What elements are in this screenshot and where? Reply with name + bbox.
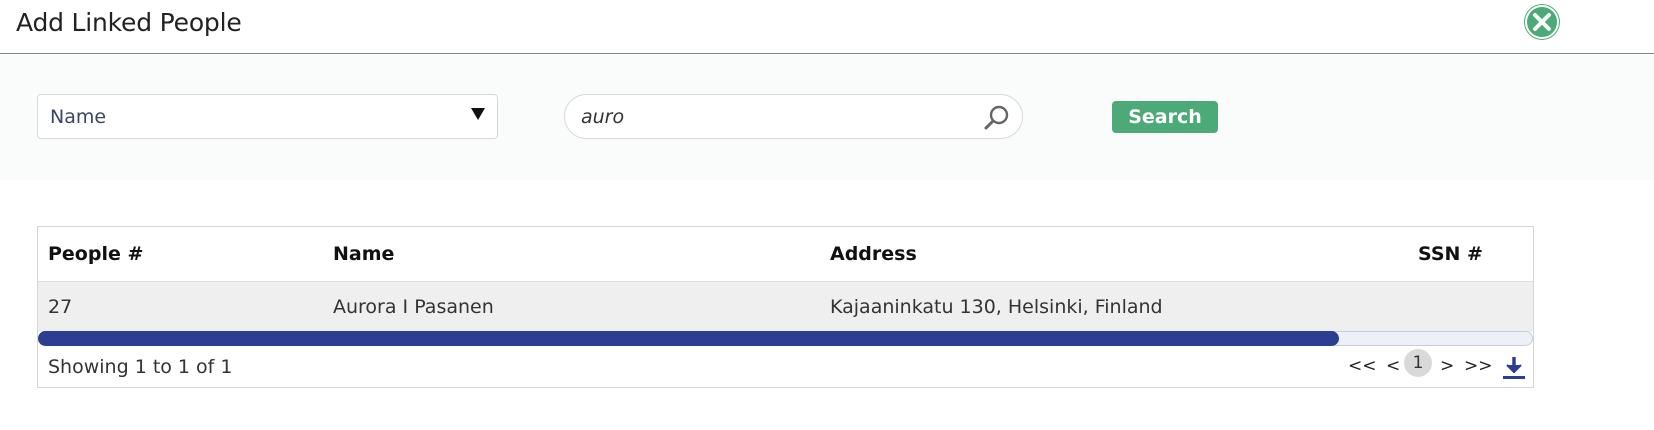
dialog-title: Add Linked People xyxy=(16,8,242,37)
column-header-people-no[interactable]: People # xyxy=(48,243,143,265)
field-select[interactable]: Name xyxy=(37,94,498,139)
results-summary: Showing 1 to 1 of 1 xyxy=(48,356,233,378)
dropdown-arrow-icon xyxy=(471,108,485,120)
filter-panel: Name Search xyxy=(0,55,1654,180)
search-input[interactable] xyxy=(581,103,971,131)
add-linked-people-dialog: Add Linked People Name Search People # N… xyxy=(0,0,1654,430)
search-button[interactable]: Search xyxy=(1112,101,1218,133)
cell-address: Kajaaninkatu 130, Helsinki, Finland xyxy=(830,296,1163,318)
field-select-value: Name xyxy=(50,106,107,128)
pagination-current-page[interactable]: 1 xyxy=(1404,349,1432,377)
pagination-last[interactable]: >> xyxy=(1464,356,1493,376)
search-field xyxy=(564,94,1023,139)
pagination-first[interactable]: << xyxy=(1348,356,1377,376)
horizontal-scrollbar[interactable] xyxy=(38,331,1533,346)
cell-people-no: 27 xyxy=(48,296,73,318)
table-row[interactable]: 27 Aurora I Pasanen Kajaaninkatu 130, He… xyxy=(38,282,1533,332)
column-header-ssn[interactable]: SSN # xyxy=(1418,243,1483,265)
pagination-next[interactable]: > xyxy=(1440,356,1454,376)
pagination-prev[interactable]: < xyxy=(1386,356,1400,376)
column-header-name[interactable]: Name xyxy=(333,243,394,265)
search-icon[interactable] xyxy=(983,104,1011,132)
table-footer: Showing 1 to 1 of 1 << < 1 > >> xyxy=(38,347,1533,387)
close-button[interactable] xyxy=(1524,4,1560,40)
dialog-header: Add Linked People xyxy=(0,0,1654,54)
cell-name: Aurora I Pasanen xyxy=(333,296,494,318)
download-icon[interactable] xyxy=(1502,355,1526,381)
scrollbar-thumb[interactable] xyxy=(38,331,1339,346)
close-icon xyxy=(1525,5,1559,39)
column-header-address[interactable]: Address xyxy=(830,243,917,265)
people-table: People # Name Address SSN # 27 Aurora I … xyxy=(37,226,1534,388)
table-header: People # Name Address SSN # xyxy=(38,227,1533,282)
